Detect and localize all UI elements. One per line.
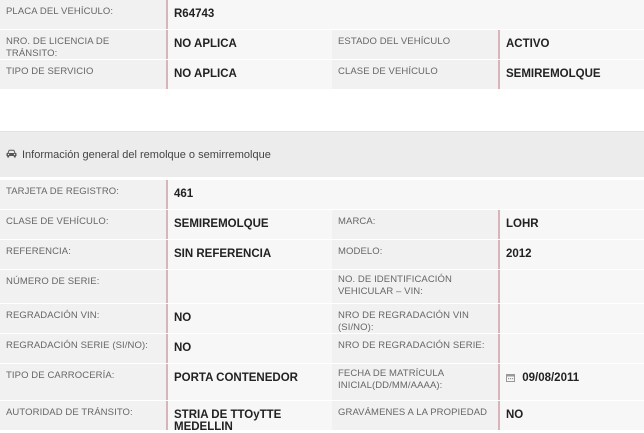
section-title: Información general del remolque o semir… [22,148,271,161]
fecha-cell: 09/08/2011 [498,364,644,400]
vin-label: NO. DE IDENTIFICACIÓN VEHICULAR – VIN: [332,270,498,303]
carroceria-fecha-row: TIPO DE CARROCERÍA: PORTA CONTENEDOR FEC… [0,364,644,401]
regrab-vin-value: NO [166,304,332,333]
placa-row: PLACA DEL VEHÍCULO: R64743 [0,0,644,30]
carroceria-value: PORTA CONTENEDOR [166,364,332,400]
gravamenes-value: NO [498,401,644,430]
clase-label: CLASE DE VEHÍCULO [332,60,498,89]
trailer-clase-value: SEMIREMOLQUE [166,210,332,239]
tarjeta-row: TARJETA DE REGISTRO: 461 [0,180,644,210]
car-icon [6,149,22,161]
vehicle-info-page: PLACA DEL VEHÍCULO: R64743 NRO. DE LICEN… [0,0,644,433]
marca-label: MARCA: [332,210,498,239]
regrab-serie-value: NO [166,334,332,363]
servicio-label: TIPO DE SERVICIO [0,60,166,89]
section-spacer [0,90,644,132]
autoridad-label: AUTORIDAD DE TRÁNSITO: [0,401,166,430]
estado-value: ACTIVO [498,30,644,59]
licencia-label: NRO. DE LICENCIA DE TRÁNSITO: [0,30,166,59]
marca-value: LOHR [498,210,644,239]
clase-value: SEMIREMOLQUE [498,60,644,89]
fecha-value: 09/08/2011 [522,372,580,384]
serie-vin-row: NÚMERO DE SERIE: NO. DE IDENTIFICACIÓN V… [0,270,644,304]
calendar-icon [506,373,515,385]
servicio-row: TIPO DE SERVICIO NO APLICA CLASE DE VEHÍ… [0,60,644,90]
serie-value [166,270,332,303]
clase-marca-row: CLASE DE VEHÍCULO: SEMIREMOLQUE MARCA: L… [0,210,644,240]
placa-value: R64743 [166,0,644,29]
referencia-label: REFERENCIA: [0,240,166,269]
regrab-vin-row: REGRADACIÓN VIN: NO NRO DE REGRADACIÓN V… [0,304,644,334]
regrab-serie-label: REGRADACIÓN SERIE (SI/NO): [0,334,166,363]
modelo-value: 2012 [498,240,644,269]
gravamenes-label: GRAVÁMENES A LA PROPIEDAD [332,401,498,430]
tarjeta-value: 461 [166,180,644,209]
referencia-value: SIN REFERENCIA [166,240,332,269]
serie-label: NÚMERO DE SERIE: [0,270,166,303]
nro-regrab-serie-label: NRO DE REGRADACIÓN SERIE: [332,334,498,363]
tarjeta-label: TARJETA DE REGISTRO: [0,180,166,209]
regrab-vin-label: REGRADACIÓN VIN: [0,304,166,333]
regrab-serie-row: REGRADACIÓN SERIE (SI/NO): NO NRO DE REG… [0,334,644,364]
autoridad-row: AUTORIDAD DE TRÁNSITO: STRIA DE TTOyTTE … [0,401,644,433]
section-header[interactable]: Información general del remolque o semir… [0,132,644,177]
carroceria-label: TIPO DE CARROCERÍA: [0,364,166,400]
servicio-value: NO APLICA [166,60,332,89]
referencia-modelo-row: REFERENCIA: SIN REFERENCIA MODELO: 2012 [0,240,644,270]
vin-value [498,270,644,303]
licencia-row: NRO. DE LICENCIA DE TRÁNSITO: NO APLICA … [0,30,644,60]
licencia-value: NO APLICA [166,30,332,59]
modelo-label: MODELO: [332,240,498,269]
autoridad-value: STRIA DE TTOyTTE MEDELLIN [166,401,332,433]
estado-label: ESTADO DEL VEHÍCULO [332,30,498,59]
nro-regrab-serie-value [498,334,644,363]
nro-regrab-vin-value [498,304,644,333]
fecha-label: FECHA DE MATRÍCULA INICIAL(DD/MM/AAAA): [332,364,498,400]
placa-label: PLACA DEL VEHÍCULO: [0,0,166,29]
trailer-clase-label: CLASE DE VEHÍCULO: [0,210,166,239]
nro-regrab-vin-label: NRO DE REGRADACIÓN VIN (SI/NO): [332,304,498,333]
